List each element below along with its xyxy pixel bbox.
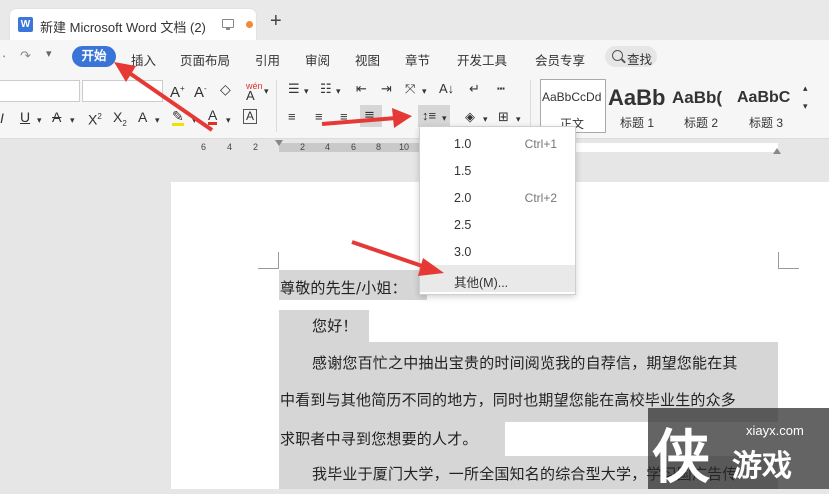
arrow-to-justify — [321, 116, 397, 126]
watermark-url: xiayx.com — [746, 423, 804, 438]
watermark-text: 游戏 — [732, 449, 792, 484]
arrow-head — [392, 108, 412, 128]
watermark: 侠 xiayx.com 游戏 — [648, 408, 829, 491]
arrow-head — [418, 258, 444, 276]
watermark-logo-char: 侠 — [652, 423, 711, 491]
arrow-head — [114, 62, 136, 82]
arrow-to-other-option — [351, 240, 429, 270]
arrow-to-start-menu — [126, 70, 214, 132]
